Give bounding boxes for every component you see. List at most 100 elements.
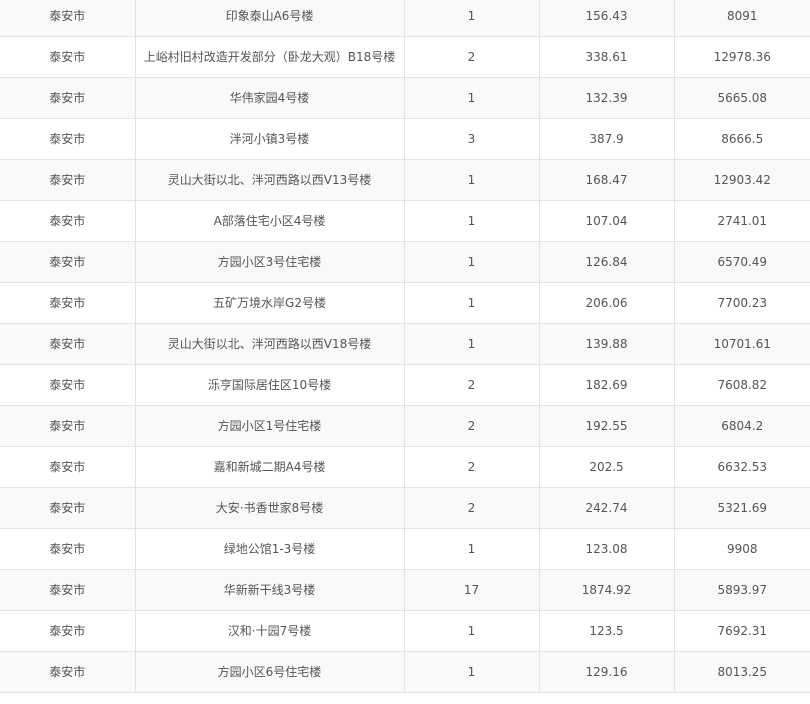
table-row: 泰安市 泮河小镇3号楼 3 387.9 8666.5 [0, 118, 810, 160]
area-cell: 123.08 [538, 528, 675, 570]
table-row: 泰安市 方园小区1号住宅楼 2 192.55 6804.2 [0, 405, 810, 447]
unit-count-cell: 1 [403, 323, 540, 365]
city-cell: 泰安市 [0, 446, 136, 488]
price-cell: 5893.97 [673, 569, 810, 611]
city-cell: 泰安市 [0, 528, 136, 570]
city-cell: 泰安市 [0, 36, 136, 78]
unit-count-cell: 1 [403, 200, 540, 242]
area-cell: 242.74 [538, 487, 675, 529]
unit-count-cell: 1 [403, 241, 540, 283]
housing-sales-table: 泰安市 印象泰山A6号楼 1 156.43 8091 泰安市 上峪村旧村改造开发部分（卧龙大… [0, 0, 810, 693]
project-name-cell: 泮河小镇3号楼 [134, 118, 405, 160]
table-row: 泰安市 绿地公馆1-3号楼 1 123.08 9908 [0, 528, 810, 570]
area-cell: 123.5 [538, 610, 675, 652]
table-row: 泰安市 方园小区6号住宅楼 1 129.16 8013.25 [0, 651, 810, 693]
unit-count-cell: 2 [403, 487, 540, 529]
unit-count-cell: 1 [403, 528, 540, 570]
price-cell: 9908 [673, 528, 810, 570]
table-row: 泰安市 上峪村旧村改造开发部分（卧龙大观）B18号楼 2 338.61 12978.36 [0, 36, 810, 78]
city-cell: 泰安市 [0, 569, 136, 611]
price-cell: 6804.2 [673, 405, 810, 447]
city-cell: 泰安市 [0, 364, 136, 406]
price-cell: 7700.23 [673, 282, 810, 324]
city-cell: 泰安市 [0, 77, 136, 119]
table-row: 泰安市 方园小区3号住宅楼 1 126.84 6570.49 [0, 241, 810, 283]
unit-count-cell: 1 [403, 651, 540, 693]
area-cell: 192.55 [538, 405, 675, 447]
area-cell: 182.69 [538, 364, 675, 406]
price-cell: 8013.25 [673, 651, 810, 693]
table-row: 泰安市 印象泰山A6号楼 1 156.43 8091 [0, 0, 810, 37]
table-row: 泰安市 大安·书香世家8号楼 2 242.74 5321.69 [0, 487, 810, 529]
area-cell: 202.5 [538, 446, 675, 488]
project-name-cell: 上峪村旧村改造开发部分（卧龙大观）B18号楼 [134, 36, 405, 78]
area-cell: 156.43 [538, 0, 675, 37]
project-name-cell: 方园小区6号住宅楼 [134, 651, 405, 693]
table-row: 泰安市 灵山大街以北、泮河西路以西V13号楼 1 168.47 12903.42 [0, 159, 810, 201]
price-cell: 2741.01 [673, 200, 810, 242]
project-name-cell: 大安·书香世家8号楼 [134, 487, 405, 529]
project-name-cell: 灵山大街以北、泮河西路以西V13号楼 [134, 159, 405, 201]
unit-count-cell: 3 [403, 118, 540, 160]
unit-count-cell: 1 [403, 77, 540, 119]
unit-count-cell: 1 [403, 159, 540, 201]
city-cell: 泰安市 [0, 610, 136, 652]
price-cell: 10701.61 [673, 323, 810, 365]
project-name-cell: A部落住宅小区4号楼 [134, 200, 405, 242]
area-cell: 168.47 [538, 159, 675, 201]
area-cell: 206.06 [538, 282, 675, 324]
project-name-cell: 泺亨国际居住区10号楼 [134, 364, 405, 406]
area-cell: 107.04 [538, 200, 675, 242]
area-cell: 387.9 [538, 118, 675, 160]
table-body: 泰安市 印象泰山A6号楼 1 156.43 8091 泰安市 上峪村旧村改造开发部分（卧龙大… [0, 0, 810, 693]
city-cell: 泰安市 [0, 159, 136, 201]
project-name-cell: 印象泰山A6号楼 [134, 0, 405, 37]
table-row: 泰安市 嘉和新城二期A4号楼 2 202.5 6632.53 [0, 446, 810, 488]
city-cell: 泰安市 [0, 200, 136, 242]
city-cell: 泰安市 [0, 241, 136, 283]
city-cell: 泰安市 [0, 118, 136, 160]
data-table-container: 泰安市 印象泰山A6号楼 1 156.43 8091 泰安市 上峪村旧村改造开发部分（卧龙大… [0, 0, 810, 693]
area-cell: 139.88 [538, 323, 675, 365]
price-cell: 6632.53 [673, 446, 810, 488]
city-cell: 泰安市 [0, 405, 136, 447]
price-cell: 5665.08 [673, 77, 810, 119]
unit-count-cell: 2 [403, 364, 540, 406]
area-cell: 338.61 [538, 36, 675, 78]
price-cell: 7608.82 [673, 364, 810, 406]
area-cell: 129.16 [538, 651, 675, 693]
area-cell: 132.39 [538, 77, 675, 119]
table-row: 泰安市 华伟家园4号楼 1 132.39 5665.08 [0, 77, 810, 119]
price-cell: 6570.49 [673, 241, 810, 283]
table-row: 泰安市 灵山大街以北、泮河西路以西V18号楼 1 139.88 10701.61 [0, 323, 810, 365]
city-cell: 泰安市 [0, 651, 136, 693]
city-cell: 泰安市 [0, 487, 136, 529]
project-name-cell: 华新新干线3号楼 [134, 569, 405, 611]
project-name-cell: 方园小区1号住宅楼 [134, 405, 405, 447]
price-cell: 8666.5 [673, 118, 810, 160]
table-row: 泰安市 汉和·十园7号楼 1 123.5 7692.31 [0, 610, 810, 652]
price-cell: 5321.69 [673, 487, 810, 529]
price-cell: 12978.36 [673, 36, 810, 78]
unit-count-cell: 1 [403, 282, 540, 324]
project-name-cell: 方园小区3号住宅楼 [134, 241, 405, 283]
area-cell: 126.84 [538, 241, 675, 283]
table-row: 泰安市 A部落住宅小区4号楼 1 107.04 2741.01 [0, 200, 810, 242]
city-cell: 泰安市 [0, 282, 136, 324]
price-cell: 12903.42 [673, 159, 810, 201]
unit-count-cell: 1 [403, 610, 540, 652]
project-name-cell: 华伟家园4号楼 [134, 77, 405, 119]
unit-count-cell: 2 [403, 405, 540, 447]
project-name-cell: 嘉和新城二期A4号楼 [134, 446, 405, 488]
project-name-cell: 灵山大街以北、泮河西路以西V18号楼 [134, 323, 405, 365]
city-cell: 泰安市 [0, 323, 136, 365]
table-row: 泰安市 五矿万境水岸G2号楼 1 206.06 7700.23 [0, 282, 810, 324]
project-name-cell: 五矿万境水岸G2号楼 [134, 282, 405, 324]
price-cell: 8091 [673, 0, 810, 37]
unit-count-cell: 2 [403, 36, 540, 78]
table-row: 泰安市 华新新干线3号楼 17 1874.92 5893.97 [0, 569, 810, 611]
city-cell: 泰安市 [0, 0, 136, 37]
project-name-cell: 绿地公馆1-3号楼 [134, 528, 405, 570]
unit-count-cell: 2 [403, 446, 540, 488]
project-name-cell: 汉和·十园7号楼 [134, 610, 405, 652]
